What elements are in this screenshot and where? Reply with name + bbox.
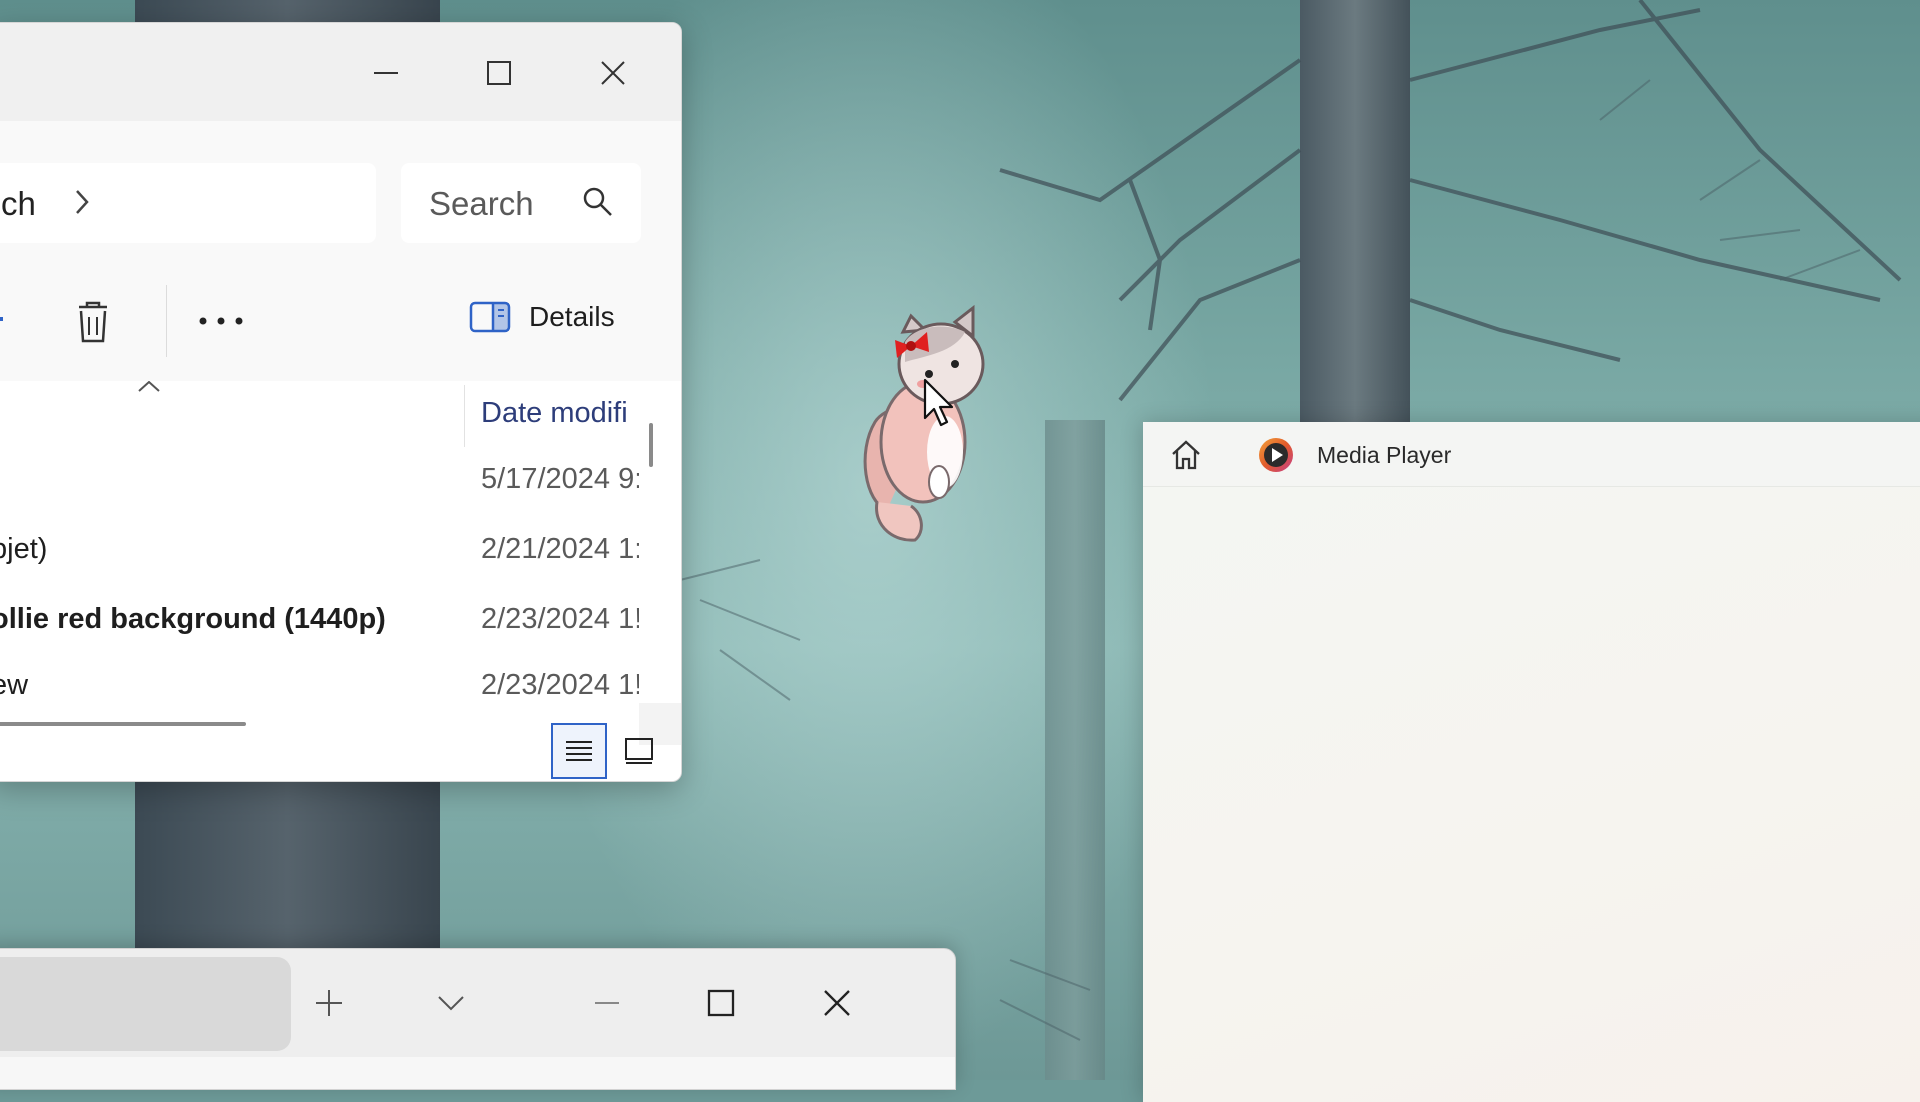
column-divider[interactable] bbox=[464, 385, 465, 447]
breadcrumb[interactable]: ch bbox=[0, 163, 376, 243]
table-row[interactable]: ollie red background (1440p) 2/23/2024 1… bbox=[0, 593, 639, 649]
vertical-scrollbar[interactable] bbox=[639, 381, 681, 703]
media-player-logo-icon bbox=[1259, 438, 1293, 472]
minimize-button[interactable] bbox=[356, 43, 416, 103]
plus-icon bbox=[316, 990, 342, 1016]
large-icons-view-button[interactable] bbox=[611, 723, 667, 779]
list-view-icon bbox=[566, 741, 592, 761]
command-bar: Details bbox=[0, 263, 681, 382]
file-name: ew bbox=[0, 669, 29, 701]
file-explorer-window: ch Search Details Date modifi 5/17/2024 … bbox=[0, 22, 682, 782]
browser-tab[interactable] bbox=[0, 957, 291, 1051]
search-icon bbox=[583, 187, 612, 216]
search-input[interactable]: Search bbox=[401, 163, 641, 243]
more-options-button[interactable] bbox=[195, 311, 247, 331]
table-row[interactable]: bjet) 2/21/2024 1: bbox=[0, 523, 639, 579]
close-icon bbox=[824, 990, 850, 1016]
file-date: 2/21/2024 1: bbox=[481, 533, 639, 565]
details-pane-icon bbox=[469, 301, 511, 333]
media-player-titlebar[interactable]: Media Player bbox=[1143, 422, 1920, 487]
vertical-scroll-thumb[interactable] bbox=[649, 423, 653, 467]
sort-ascending-icon[interactable] bbox=[134, 381, 164, 397]
details-view-button[interactable] bbox=[551, 723, 607, 779]
file-date: 2/23/2024 1! bbox=[481, 669, 639, 701]
more-icon bbox=[199, 317, 243, 325]
address-bar-area: ch Search bbox=[0, 121, 681, 264]
maximize-button[interactable] bbox=[469, 43, 529, 103]
delete-button[interactable] bbox=[71, 299, 115, 345]
browser-toolbar-strip bbox=[0, 1057, 955, 1089]
tab-list-button[interactable] bbox=[421, 973, 481, 1033]
toolbar-divider bbox=[166, 285, 167, 357]
file-date: 5/17/2024 9: bbox=[481, 463, 639, 495]
chevron-down-icon bbox=[438, 996, 464, 1011]
mouse-cursor-icon bbox=[923, 378, 954, 427]
media-player-title: Media Player bbox=[1317, 442, 1452, 468]
search-placeholder: Search bbox=[429, 185, 534, 222]
chevron-right-icon[interactable] bbox=[71, 185, 95, 219]
horizontal-scrollbar[interactable] bbox=[0, 703, 639, 745]
toolbar-edge-icon bbox=[0, 317, 3, 321]
new-tab-button[interactable] bbox=[299, 973, 359, 1033]
explorer-titlebar[interactable] bbox=[0, 23, 681, 121]
browser-minimize-button[interactable] bbox=[577, 973, 637, 1033]
file-list: Date modifi 5/17/2024 9: bjet) 2/21/2024… bbox=[0, 381, 639, 703]
maximize-icon bbox=[707, 989, 735, 1017]
details-label: Details bbox=[529, 301, 615, 332]
home-icon[interactable] bbox=[1169, 438, 1203, 472]
maximize-icon bbox=[487, 61, 511, 85]
breadcrumb-text: ch bbox=[1, 185, 36, 222]
tiles-view-icon bbox=[625, 738, 653, 764]
file-name: bjet) bbox=[0, 533, 48, 565]
close-icon bbox=[601, 61, 625, 85]
browser-window bbox=[0, 948, 956, 1090]
column-header-date-modified[interactable]: Date modifi bbox=[481, 397, 628, 430]
media-player-window: Media Player bbox=[1143, 422, 1920, 1102]
trash-icon bbox=[79, 301, 107, 343]
browser-close-button[interactable] bbox=[807, 973, 867, 1033]
details-pane-button[interactable]: Details bbox=[469, 301, 615, 333]
browser-maximize-button[interactable] bbox=[691, 973, 751, 1033]
minimize-icon bbox=[595, 1002, 619, 1004]
file-name: ollie red background (1440p) bbox=[0, 603, 386, 635]
file-date: 2/23/2024 1! bbox=[481, 603, 639, 635]
table-row[interactable]: 5/17/2024 9: bbox=[0, 453, 639, 509]
minimize-icon bbox=[374, 72, 398, 74]
close-button[interactable] bbox=[583, 43, 643, 103]
horizontal-scroll-thumb[interactable] bbox=[0, 722, 246, 726]
table-row[interactable]: ew 2/23/2024 1! bbox=[0, 659, 639, 703]
